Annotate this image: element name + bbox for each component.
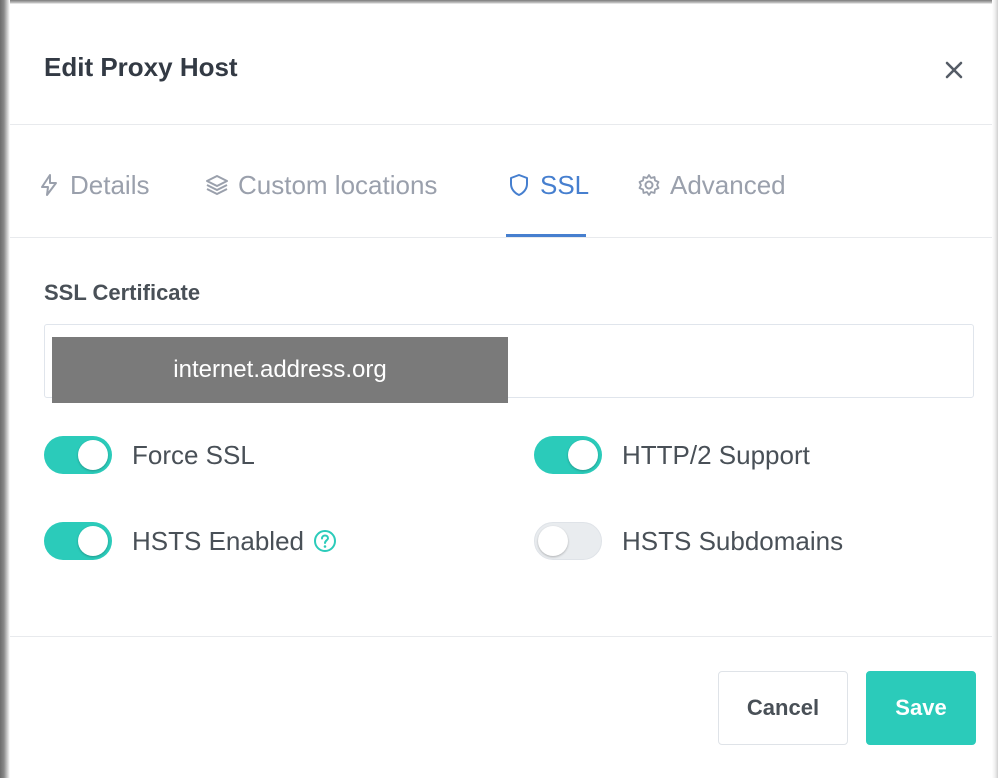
- force-ssl-switch[interactable]: [44, 436, 112, 474]
- hsts-subdomains-toggle-row: HSTS Subdomains: [534, 522, 843, 560]
- http2-support-label: HTTP/2 Support: [622, 439, 810, 470]
- http2-support-switch[interactable]: [534, 436, 602, 474]
- tab-custom-locations[interactable]: Custom locations: [204, 165, 437, 205]
- screen: Edit Proxy Host Details Custom locations…: [0, 0, 998, 778]
- gear-icon: [636, 172, 662, 198]
- http2-support-toggle-row: HTTP/2 Support: [534, 436, 810, 474]
- close-icon: [943, 59, 965, 81]
- hsts-subdomains-label: HSTS Subdomains: [622, 525, 844, 556]
- tab-advanced[interactable]: Advanced: [636, 165, 786, 205]
- modal-title: Edit Proxy Host: [44, 52, 238, 82]
- tab-ssl-label: SSL: [540, 169, 590, 200]
- save-button[interactable]: Save: [866, 671, 976, 745]
- switch-knob: [78, 526, 108, 556]
- tab-custom-locations-label: Custom locations: [238, 169, 438, 200]
- ssl-certificate-value: internet.address.org: [52, 337, 508, 403]
- tab-ssl[interactable]: SSL: [506, 165, 589, 205]
- ssl-certificate-label: SSL Certificate: [44, 280, 201, 305]
- window-edge-right: [992, 0, 998, 778]
- switch-knob: [538, 526, 568, 556]
- tab-details-label: Details: [70, 169, 150, 200]
- tab-bar: Details Custom locations SSL Advanced: [10, 125, 992, 237]
- window-edge-left: [0, 0, 10, 778]
- force-ssl-label: Force SSL: [132, 439, 255, 470]
- shield-icon: [506, 172, 532, 198]
- switch-knob: [78, 440, 108, 470]
- force-ssl-toggle-row: Force SSL: [44, 436, 255, 474]
- close-button[interactable]: [934, 50, 974, 90]
- hsts-enabled-label: HSTS Enabled: [132, 525, 304, 556]
- edit-proxy-host-modal: Edit Proxy Host Details Custom locations…: [10, 4, 992, 778]
- switch-knob: [568, 440, 598, 470]
- tabs-divider: [10, 237, 992, 238]
- bolt-icon: [36, 172, 62, 198]
- layers-icon: [204, 172, 230, 198]
- hsts-enabled-switch[interactable]: [44, 522, 112, 560]
- question-circle-icon[interactable]: [312, 528, 338, 554]
- tab-advanced-label: Advanced: [670, 169, 786, 200]
- tab-details[interactable]: Details: [36, 165, 149, 205]
- footer-divider: [10, 636, 992, 637]
- hsts-enabled-toggle-row: HSTS Enabled: [44, 522, 338, 560]
- cancel-button[interactable]: Cancel: [718, 671, 848, 745]
- hsts-subdomains-switch[interactable]: [534, 522, 602, 560]
